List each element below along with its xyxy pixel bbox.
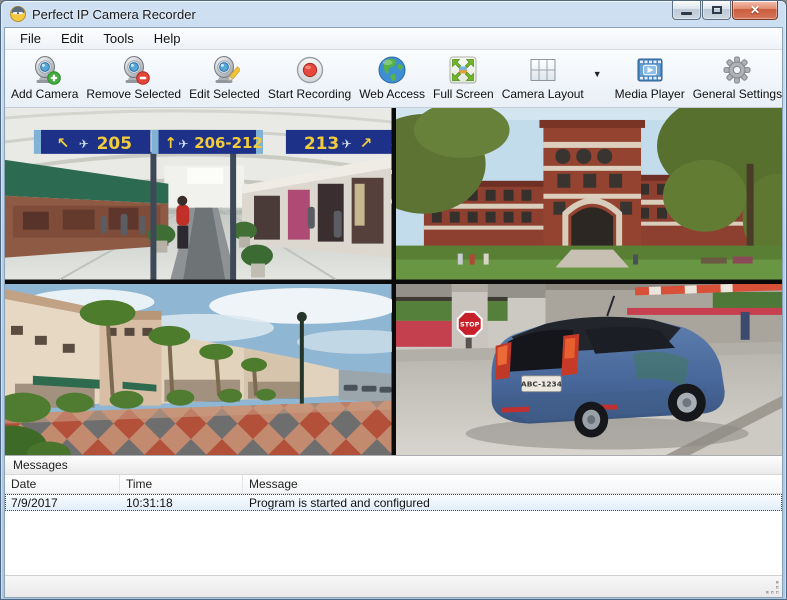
menu-help[interactable]: Help: [144, 29, 191, 48]
camera-layout-button[interactable]: Camera Layout: [498, 53, 588, 102]
minimize-icon: [681, 12, 692, 15]
menu-tools[interactable]: Tools: [93, 29, 143, 48]
media-player-button[interactable]: Media Player: [611, 53, 689, 102]
camera-feed-university[interactable]: [396, 108, 783, 280]
edit-selected-button[interactable]: Edit Selected: [185, 53, 264, 102]
svg-text:↖: ↖: [57, 134, 70, 152]
column-header-message[interactable]: Message: [243, 475, 782, 493]
column-header-date[interactable]: Date: [5, 475, 120, 493]
resize-grip-icon[interactable]: [766, 581, 780, 595]
camera-feed-airport[interactable]: ↖ ✈ 205 ↑ ✈ 206-212 213 ✈ ↗: [5, 108, 392, 280]
client-area: File Edit Tools Help Add Camera: [4, 27, 783, 598]
full-screen-button[interactable]: Full Screen: [429, 53, 498, 102]
svg-text:↑: ↑: [164, 134, 177, 152]
camera-feed-garage[interactable]: STOP: [396, 284, 783, 456]
airport-terminal-image: ↖ ✈ 205 ↑ ✈ 206-212 213 ✈ ↗: [5, 108, 392, 280]
svg-text:✈: ✈: [342, 137, 352, 151]
camera-grid: ↖ ✈ 205 ↑ ✈ 206-212 213 ✈ ↗: [5, 108, 782, 455]
university-building-image: [396, 108, 783, 280]
window-title: Perfect IP Camera Recorder: [32, 7, 196, 22]
tool-label: Edit Selected: [189, 87, 260, 101]
messages-empty-area: [5, 511, 782, 575]
tool-label: Remove Selected: [86, 87, 181, 101]
start-recording-button[interactable]: Start Recording: [264, 53, 355, 102]
svg-text:✈: ✈: [79, 137, 89, 151]
svg-text:STOP: STOP: [460, 320, 480, 328]
menu-edit[interactable]: Edit: [51, 29, 93, 48]
general-settings-button[interactable]: General Settings: [689, 53, 783, 102]
globe-icon: [376, 54, 408, 86]
message-time: 10:31:18: [120, 496, 243, 510]
add-camera-button[interactable]: Add Camera: [7, 53, 82, 102]
window-controls: ✕: [672, 1, 778, 20]
webcam-add-icon: [29, 54, 61, 86]
menu-bar: File Edit Tools Help: [5, 28, 782, 50]
fullscreen-icon: [447, 54, 479, 86]
tool-label: Camera Layout: [502, 87, 584, 101]
messages-column-headers: Date Time Message: [5, 475, 782, 494]
camera-layout-dropdown[interactable]: ▼: [590, 67, 605, 81]
message-text: Program is started and configured: [243, 496, 782, 510]
svg-text:ABC-1234: ABC-1234: [520, 379, 561, 388]
parking-garage-car-image: STOP: [396, 284, 783, 456]
webcam-edit-icon: [208, 54, 240, 86]
message-row[interactable]: 7/9/2017 10:31:18 Program is started and…: [5, 494, 782, 511]
camera-feed-plaza[interactable]: [5, 284, 392, 456]
tool-label: Media Player: [615, 87, 685, 101]
shopping-plaza-image: [5, 284, 392, 456]
gear-icon: [721, 54, 753, 86]
webcam-remove-icon: [118, 54, 150, 86]
app-icon: [10, 6, 26, 22]
toolbar: Add Camera Remove Selected: [5, 50, 782, 108]
maximize-button[interactable]: [702, 1, 731, 20]
grid-layout-icon: [527, 54, 559, 86]
message-date: 7/9/2017: [5, 496, 120, 510]
minimize-button[interactable]: [672, 1, 701, 20]
svg-text:✈: ✈: [178, 137, 188, 151]
messages-title-label: Messages: [13, 458, 68, 472]
messages-panel-header: Messages: [5, 455, 782, 475]
messages-list: Date Time Message 7/9/2017 10:31:18 Prog…: [5, 475, 782, 575]
maximize-icon: [712, 6, 722, 14]
app-window: Perfect IP Camera Recorder ✕ File Edit T…: [0, 0, 787, 600]
close-button[interactable]: ✕: [732, 1, 778, 20]
svg-text:213: 213: [304, 133, 339, 153]
menu-file[interactable]: File: [10, 29, 51, 48]
svg-text:↗: ↗: [360, 134, 373, 152]
tool-label: Start Recording: [268, 87, 351, 101]
remove-selected-button[interactable]: Remove Selected: [82, 53, 185, 102]
tool-label: Full Screen: [433, 87, 494, 101]
title-bar[interactable]: Perfect IP Camera Recorder: [1, 1, 786, 27]
record-icon: [294, 54, 326, 86]
column-header-time[interactable]: Time: [120, 475, 243, 493]
tool-label: Web Access: [359, 87, 425, 101]
tool-label: General Settings: [693, 87, 782, 101]
status-bar: [5, 575, 782, 597]
svg-text:206-212: 206-212: [194, 134, 263, 152]
svg-text:205: 205: [97, 133, 132, 153]
web-access-button[interactable]: Web Access: [355, 53, 429, 102]
close-icon: ✕: [750, 4, 760, 16]
tool-label: Add Camera: [11, 87, 78, 101]
filmstrip-play-icon: [634, 54, 666, 86]
